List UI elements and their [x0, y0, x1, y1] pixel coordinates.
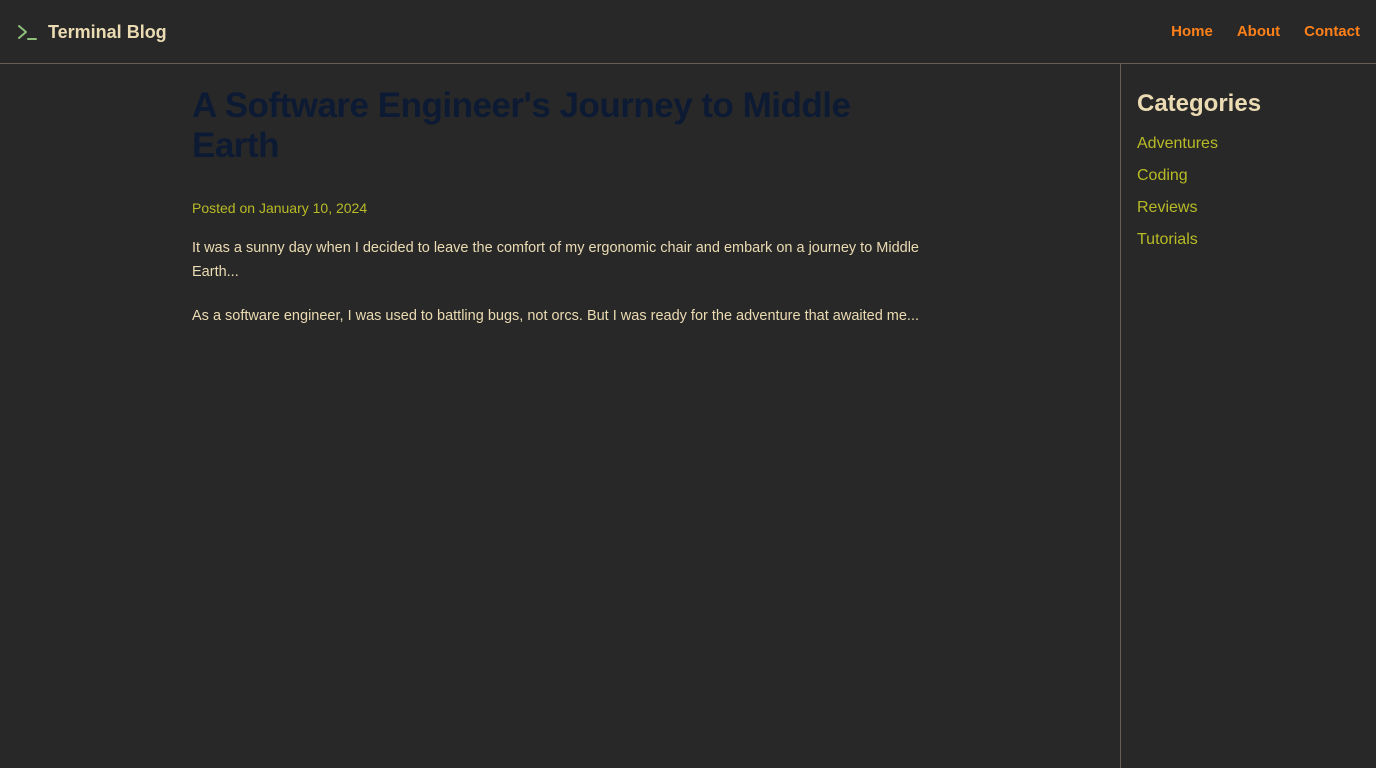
nav-about-link[interactable]: About [1237, 21, 1280, 43]
category-link-reviews[interactable]: Reviews [1137, 199, 1197, 216]
post-title: A Software Engineer's Journey to Middle … [192, 86, 851, 165]
main-nav: Home About Contact [1171, 21, 1360, 43]
post-paragraph: It was a sunny day when I decided to lea… [192, 240, 919, 280]
sidebar: Categories Adventures Coding Reviews Tut… [1120, 64, 1376, 768]
terminal-prompt-icon [18, 25, 37, 40]
post-article: A Software Engineer's Journey to Middle … [192, 86, 922, 328]
post-body: It was a sunny day when I decided to lea… [192, 236, 922, 328]
category-item: Adventures [1137, 132, 1360, 164]
brand-title: Terminal Blog [48, 22, 167, 42]
site-header: Terminal Blog Home About Contact [0, 0, 1376, 64]
page: Terminal Blog Home About Contact A Softw… [0, 0, 1376, 768]
category-list: Adventures Coding Reviews Tutorials [1137, 132, 1360, 260]
category-link-adventures[interactable]: Adventures [1137, 135, 1218, 152]
post-date: Posted on January 10, 2024 [192, 200, 368, 216]
category-item: Coding [1137, 164, 1360, 196]
category-item: Tutorials [1137, 228, 1360, 260]
brand-link[interactable]: Terminal Blog [16, 19, 167, 45]
category-link-tutorials[interactable]: Tutorials [1137, 231, 1198, 248]
category-item: Reviews [1137, 196, 1360, 228]
nav-home-link[interactable]: Home [1171, 21, 1213, 43]
nav-contact-link[interactable]: Contact [1304, 21, 1360, 43]
category-link-coding[interactable]: Coding [1137, 167, 1188, 184]
sidebar-title: Categories [1137, 90, 1262, 117]
post-paragraph: As a software engineer, I was used to ba… [192, 308, 920, 324]
